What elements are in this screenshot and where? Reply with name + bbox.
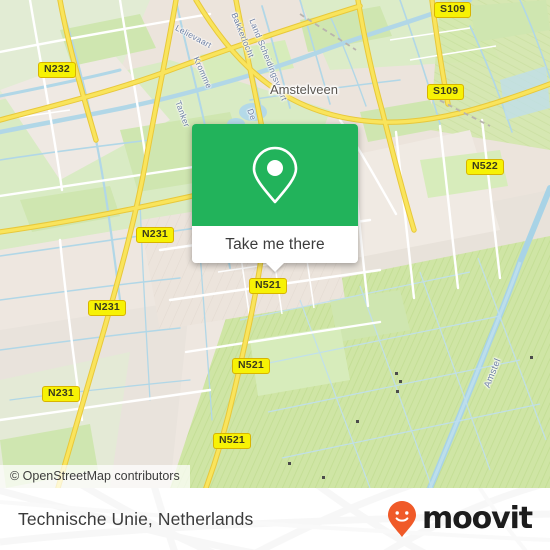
road-shield[interactable]: N231 bbox=[136, 227, 174, 243]
moovit-logo[interactable]: moovit bbox=[387, 500, 533, 538]
take-me-there-label: Take me there bbox=[225, 235, 325, 253]
road-shield[interactable]: S109 bbox=[427, 84, 465, 100]
road-shield[interactable]: N231 bbox=[42, 386, 80, 402]
place-title: Technische Unie, Netherlands bbox=[18, 508, 254, 529]
road-shield[interactable]: N521 bbox=[232, 358, 270, 374]
moovit-pin-smiley-icon bbox=[387, 501, 416, 537]
map-share-card: Lelievaart Kromme Bakkerlocht Land Schei… bbox=[0, 0, 550, 550]
road-shield[interactable]: N522 bbox=[466, 159, 504, 175]
road-shield[interactable]: S109 bbox=[434, 2, 472, 18]
location-callout-card[interactable]: Take me there bbox=[192, 124, 358, 272]
callout-action[interactable]: Take me there bbox=[192, 226, 358, 272]
osm-attribution[interactable]: © OpenStreetMap contributors bbox=[0, 465, 190, 488]
moovit-wordmark: moovit bbox=[421, 501, 533, 536]
footer-bar: Technische Unie, Netherlands moovit bbox=[0, 488, 550, 550]
road-shield[interactable]: N521 bbox=[213, 433, 251, 449]
road-shield[interactable]: N232 bbox=[38, 62, 76, 78]
road-shield[interactable]: N521 bbox=[249, 278, 287, 294]
callout-pointer bbox=[266, 263, 284, 272]
place-label-amstelveen: Amstelveen bbox=[270, 82, 338, 97]
callout-header bbox=[192, 124, 358, 226]
road-shield[interactable]: N231 bbox=[88, 300, 126, 316]
map-pin-icon bbox=[252, 146, 298, 204]
